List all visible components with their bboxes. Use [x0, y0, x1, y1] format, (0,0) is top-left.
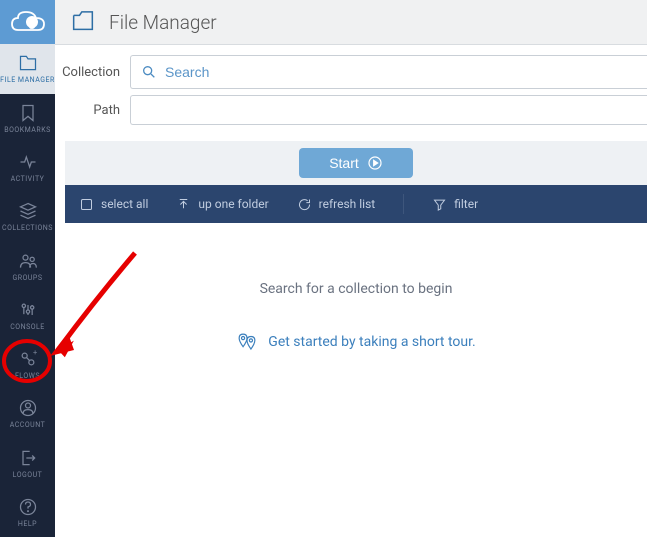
- file-toolbar: select all up one folder refresh list fi…: [65, 185, 647, 223]
- page-title: File Manager: [109, 11, 217, 34]
- sidebar: g FILE MANAGER BOOKMARKS ACTIVITY COLLEC…: [0, 0, 55, 537]
- start-button-label: Start: [329, 155, 359, 171]
- sidebar-item-label: ACTIVITY: [11, 175, 45, 183]
- file-manager-icon: [69, 6, 97, 38]
- path-field-box[interactable]: [130, 95, 647, 125]
- tour-link-text: Get started by taking a short tour.: [268, 334, 475, 350]
- sidebar-item-label: LOGOUT: [13, 471, 43, 479]
- path-label: Path: [55, 103, 130, 118]
- select-all-toggle[interactable]: select all: [79, 197, 148, 212]
- sidebar-item-help[interactable]: HELP: [0, 488, 55, 537]
- checkbox-icon: [79, 197, 94, 212]
- sidebar-item-label: BOOKMARKS: [4, 126, 51, 134]
- sidebar-item-label: CONSOLE: [10, 323, 45, 331]
- tour-link[interactable]: Get started by taking a short tour.: [236, 331, 475, 353]
- sidebar-item-flows[interactable]: + FLOWS: [0, 340, 55, 389]
- up-folder-label: up one folder: [198, 197, 268, 211]
- sidebar-item-label: COLLECTIONS: [2, 224, 53, 232]
- sidebar-item-logout[interactable]: LOGOUT: [0, 438, 55, 487]
- sidebar-item-label: GROUPS: [12, 274, 42, 282]
- sidebar-item-groups[interactable]: GROUPS: [0, 241, 55, 290]
- sidebar-item-collections[interactable]: COLLECTIONS: [0, 192, 55, 241]
- search-section: Collection Path: [55, 45, 647, 141]
- filter-icon: [432, 197, 447, 212]
- collection-label: Collection: [55, 65, 130, 80]
- path-input[interactable]: [141, 103, 637, 118]
- select-all-label: select all: [101, 197, 148, 211]
- page-header: File Manager: [55, 0, 647, 45]
- play-icon: [367, 155, 383, 171]
- filter-label: filter: [454, 197, 478, 211]
- filter-button[interactable]: filter: [432, 197, 478, 212]
- content-area: Search for a collection to begin Get sta…: [65, 223, 647, 537]
- sidebar-item-account[interactable]: ACCOUNT: [0, 389, 55, 438]
- empty-state-message: Search for a collection to begin: [260, 281, 453, 297]
- sidebar-item-activity[interactable]: ACTIVITY: [0, 143, 55, 192]
- refresh-icon: [297, 197, 312, 212]
- collection-search-input[interactable]: [165, 64, 637, 80]
- sidebar-item-file-manager[interactable]: FILE MANAGER: [0, 44, 55, 93]
- start-button[interactable]: Start: [299, 148, 413, 178]
- app-logo: g: [0, 0, 55, 44]
- search-icon: [141, 64, 157, 80]
- sidebar-item-label: HELP: [18, 520, 37, 528]
- sidebar-item-bookmarks[interactable]: BOOKMARKS: [0, 94, 55, 143]
- toolbar-separator: [403, 194, 404, 214]
- up-arrow-icon: [176, 197, 191, 212]
- up-one-folder-button[interactable]: up one folder: [176, 197, 268, 212]
- refresh-list-button[interactable]: refresh list: [297, 197, 376, 212]
- sidebar-item-label: FLOWS: [15, 372, 40, 380]
- svg-text:+: +: [33, 349, 38, 357]
- sidebar-item-label: ACCOUNT: [10, 421, 46, 429]
- sidebar-item-console[interactable]: CONSOLE: [0, 291, 55, 340]
- refresh-label: refresh list: [319, 197, 376, 211]
- tour-pin-icon: [236, 331, 258, 353]
- collection-search-box[interactable]: [130, 55, 647, 89]
- main-panel: File Manager Collection Path Start: [55, 0, 647, 537]
- action-bar: Start: [65, 141, 647, 185]
- svg-text:g: g: [29, 18, 34, 28]
- sidebar-item-label: FILE MANAGER: [0, 76, 55, 84]
